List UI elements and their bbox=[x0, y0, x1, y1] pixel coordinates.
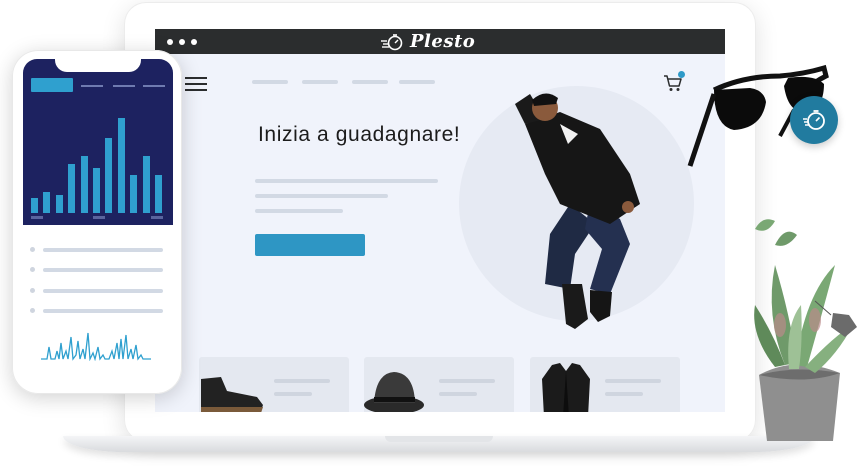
laptop-screen: Plesto Inizia a guadagnare! bbox=[155, 29, 725, 412]
succulent-plant-image bbox=[754, 219, 857, 441]
boot-icon bbox=[201, 377, 263, 412]
phone-notch bbox=[55, 52, 141, 72]
product-placeholder bbox=[274, 392, 312, 396]
product-placeholder bbox=[439, 392, 477, 396]
chart-bar bbox=[68, 163, 76, 213]
axis-tick bbox=[93, 216, 105, 219]
list-item[interactable] bbox=[43, 309, 163, 313]
bars-container bbox=[23, 59, 173, 225]
product-card[interactable] bbox=[364, 357, 514, 412]
phone-screen bbox=[23, 59, 173, 384]
list-item[interactable] bbox=[43, 248, 163, 252]
stopwatch-icon bbox=[381, 33, 403, 50]
chart-bar bbox=[105, 138, 113, 213]
window-dot[interactable] bbox=[179, 39, 185, 45]
text-placeholder bbox=[255, 194, 388, 198]
text-placeholder bbox=[255, 179, 438, 183]
cta-button[interactable] bbox=[255, 234, 365, 256]
nav-item[interactable] bbox=[302, 80, 338, 84]
chart-bar bbox=[43, 192, 51, 213]
jumping-man-image bbox=[515, 93, 640, 329]
chart-bar bbox=[142, 155, 150, 213]
hat-icon bbox=[364, 372, 424, 412]
chart-bar bbox=[93, 167, 100, 213]
browser-titlebar: Plesto bbox=[155, 29, 725, 54]
list-bullet bbox=[30, 308, 35, 313]
product-placeholder bbox=[605, 392, 643, 396]
jacket-icon bbox=[542, 363, 590, 412]
stopwatch-icon bbox=[803, 110, 825, 130]
product-card[interactable] bbox=[199, 357, 349, 412]
laptop-base-notch bbox=[385, 436, 493, 442]
brand-name: Plesto bbox=[410, 31, 476, 52]
nav-item[interactable] bbox=[399, 80, 435, 84]
chart-bar bbox=[130, 174, 138, 213]
chart-bar bbox=[31, 197, 38, 213]
axis-tick bbox=[31, 216, 43, 219]
phone-bar-chart bbox=[23, 59, 173, 225]
hero-headline: Inizia a guadagnare! bbox=[258, 123, 461, 146]
product-card[interactable] bbox=[530, 357, 680, 412]
list-item[interactable] bbox=[43, 289, 163, 293]
nav-item[interactable] bbox=[352, 80, 388, 84]
product-placeholder bbox=[605, 379, 661, 383]
list-bullet bbox=[30, 288, 35, 293]
sparkline-chart bbox=[41, 332, 151, 361]
brand-logo[interactable]: Plesto bbox=[380, 31, 475, 52]
chart-bar bbox=[155, 174, 162, 213]
list-item[interactable] bbox=[43, 268, 163, 272]
text-placeholder bbox=[255, 209, 343, 213]
chart-bar bbox=[80, 155, 88, 213]
menu-icon[interactable] bbox=[185, 77, 207, 91]
axis-tick bbox=[151, 216, 163, 219]
list-bullet bbox=[30, 267, 35, 272]
window-dot[interactable] bbox=[167, 39, 173, 45]
list-bullet bbox=[30, 247, 35, 252]
stopwatch-badge[interactable] bbox=[790, 96, 838, 144]
product-placeholder bbox=[274, 379, 330, 383]
product-placeholder bbox=[439, 379, 495, 383]
chart-bar bbox=[55, 195, 63, 213]
nav-item[interactable] bbox=[252, 80, 288, 84]
chart-bar bbox=[117, 118, 125, 213]
window-dot[interactable] bbox=[191, 39, 197, 45]
